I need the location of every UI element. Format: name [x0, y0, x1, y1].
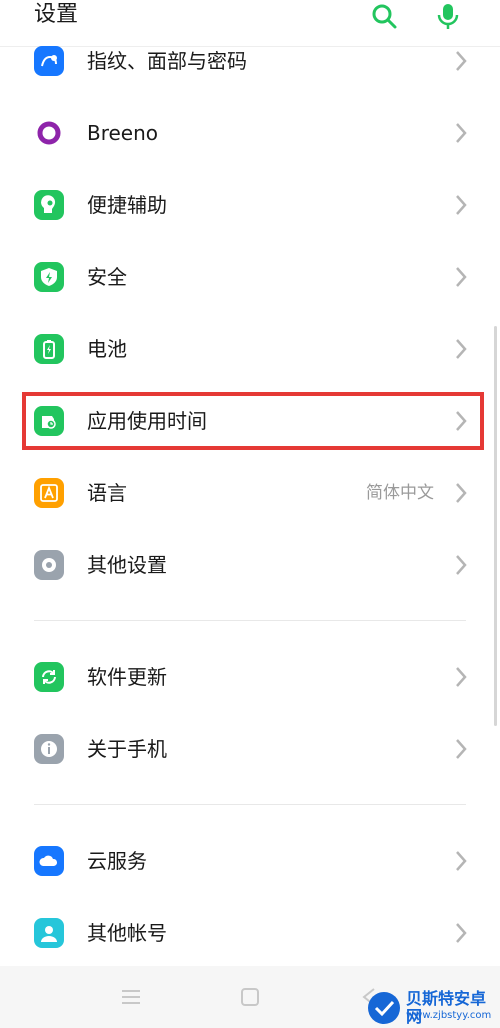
chevron-right-icon	[456, 339, 467, 359]
chevron-right-icon	[456, 267, 467, 287]
settings-item-other-settings[interactable]: 其他设置	[0, 528, 500, 600]
settings-item-other-accounts[interactable]: 其他帐号	[0, 896, 500, 968]
fingerprint-face-icon	[34, 46, 64, 76]
settings-item-label: 其他帐号	[87, 921, 167, 945]
chevron-right-icon	[456, 923, 467, 943]
battery-icon	[34, 334, 64, 364]
settings-item-label: 指纹、面部与密码	[87, 49, 247, 73]
scrollbar[interactable]	[494, 326, 497, 726]
settings-item-software-update[interactable]: 软件更新	[0, 640, 500, 712]
settings-item-breeno[interactable]: Breeno	[0, 96, 500, 168]
chevron-right-icon	[456, 123, 467, 143]
chevron-right-icon	[456, 851, 467, 871]
settings-item-label: 软件更新	[87, 665, 167, 689]
settings-item-label: 电池	[87, 337, 127, 361]
settings-item-label: 其他设置	[87, 553, 167, 577]
software-update-icon	[34, 662, 64, 692]
highlight-box	[22, 392, 484, 450]
settings-item-security[interactable]: 安全	[0, 240, 500, 312]
other-settings-icon	[34, 550, 64, 580]
settings-item-label: 云服务	[87, 849, 147, 873]
watermark-logo-icon	[368, 992, 400, 1024]
chevron-right-icon	[456, 667, 467, 687]
settings-item-label: Breeno	[87, 121, 159, 145]
settings-item-label: 安全	[87, 265, 127, 289]
section-divider	[34, 620, 466, 621]
settings-item-battery[interactable]: 电池	[0, 312, 500, 384]
settings-item-label: 语言	[87, 481, 127, 505]
about-phone-icon	[34, 734, 64, 764]
account-icon	[34, 918, 64, 948]
shield-icon	[34, 262, 64, 292]
settings-item-value: 简体中文	[366, 483, 434, 503]
menu-icon[interactable]	[118, 984, 144, 1010]
section-divider	[34, 804, 466, 805]
chevron-right-icon	[456, 51, 467, 71]
language-icon	[34, 478, 64, 508]
settings-item-cloud[interactable]: 云服务	[0, 824, 500, 896]
breeno-icon	[34, 118, 64, 148]
cloud-icon	[34, 846, 64, 876]
settings-item-label: 便捷辅助	[87, 193, 167, 217]
watermark: 贝斯特安卓网 www.zjbstyy.com	[366, 990, 498, 1026]
settings-item-language[interactable]: 语言 简体中文	[0, 456, 500, 528]
chevron-right-icon	[456, 555, 467, 575]
assist-icon	[34, 190, 64, 220]
settings-item-label: 关于手机	[87, 737, 167, 761]
settings-item-fingerprint[interactable]: 指纹、面部与密码	[0, 24, 500, 96]
home-icon[interactable]	[237, 984, 263, 1010]
chevron-right-icon	[456, 195, 467, 215]
settings-item-assist[interactable]: 便捷辅助	[0, 168, 500, 240]
watermark-url: www.zjbstyy.com	[406, 1010, 492, 1021]
settings-item-about-phone[interactable]: 关于手机	[0, 712, 500, 784]
chevron-right-icon	[456, 483, 467, 503]
chevron-right-icon	[456, 739, 467, 759]
